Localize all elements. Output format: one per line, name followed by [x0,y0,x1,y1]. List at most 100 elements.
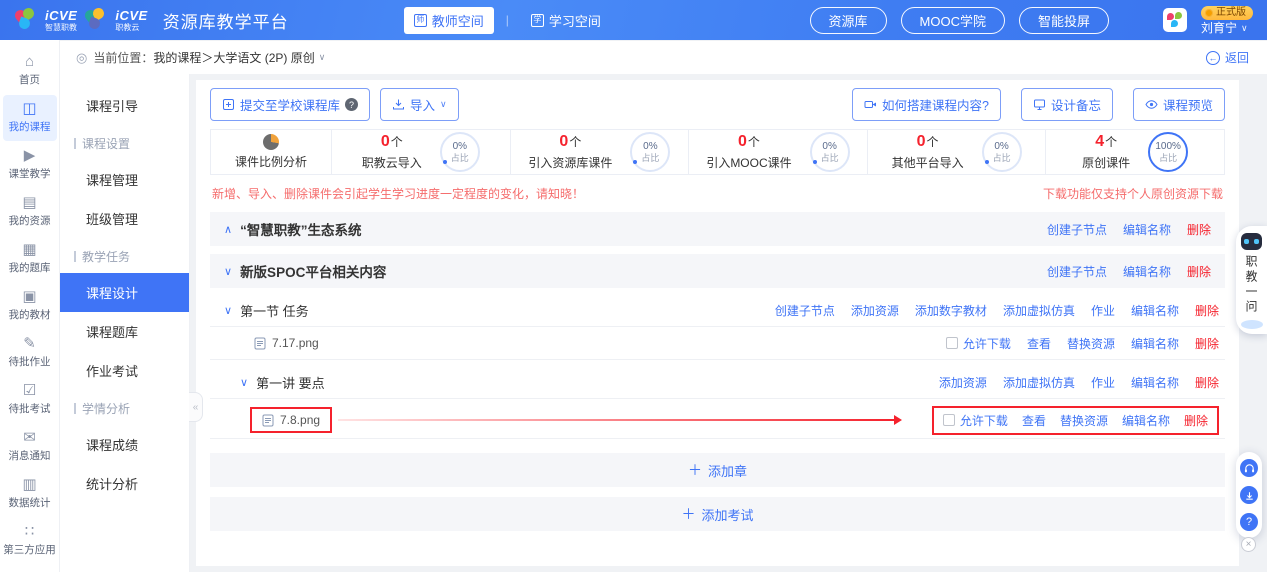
action-add-resource[interactable]: 添加资源 [939,374,987,391]
checkbox-icon[interactable] [946,337,958,349]
sidebar-item-homework-to-grade[interactable]: ✎ 待批作业 [3,330,57,376]
version-badge: 正式版 [1201,6,1253,20]
add-chapter-button[interactable]: ＋添加章 [210,453,1225,487]
submenu-class-management[interactable]: 班级管理 [60,199,189,238]
resource-row-717[interactable]: 7.17.png 允许下载 查看 替换资源 编辑名称 删除 [210,327,1225,360]
ring-dot-icon [985,160,989,164]
smart-cast-button[interactable]: 智能投屏 [1019,7,1109,34]
pie-chart-icon [263,134,279,150]
action-add-virtual-simulation[interactable]: 添加虚拟仿真 [1003,302,1075,319]
help-button[interactable]: ? [1240,513,1258,531]
action-add-digital-textbook[interactable]: 添加数字教材 [915,302,987,319]
sidebar-item-my-textbooks[interactable]: ▣ 我的教材 [3,283,57,329]
download-restriction-notice: 下载功能仅支持个人原创资源下载 [1043,185,1223,202]
section-bar-icon [74,251,76,262]
chevron-down-icon[interactable]: ∨ [319,52,326,63]
resource-library-button[interactable]: 资源库 [810,7,887,34]
customer-service-button[interactable] [1240,459,1258,477]
action-add-resource[interactable]: 添加资源 [851,302,899,319]
section-title: 第一讲 要点 [256,373,325,392]
chevron-down-icon[interactable]: ∨ [224,304,232,317]
section-row-task[interactable]: ∨第一节 任务 创建子节点 添加资源 添加数字教材 添加虚拟仿真 作业 编辑名称… [210,294,1225,327]
ai-assistant-tab[interactable]: 职教一问 [1236,226,1267,334]
sidebar-item-home[interactable]: ⌂ 首页 [3,48,57,94]
import-button[interactable]: 导入 ∨ [380,88,459,121]
submenu-homework-exam[interactable]: 作业考试 [60,351,189,390]
action-edit-name[interactable]: 编辑名称 [1123,221,1171,238]
chapter-row-spoc[interactable]: ∨新版SPOC平台相关内容 创建子节点 编辑名称 删除 [210,254,1225,288]
sidebar-item-third-party-apps[interactable]: ∷ 第三方应用 [3,518,57,564]
action-delete[interactable]: 删除 [1195,302,1219,319]
action-delete[interactable]: 删除 [1187,221,1211,238]
sidebar-item-data-statistics[interactable]: ▥ 数据统计 [3,471,57,517]
resource-row-78-highlighted[interactable]: 7.8.png 允许下载 查看 替换资源 编辑名称 删除 [210,402,1225,439]
sidebar-item-my-question-bank[interactable]: ▦ 我的题库 [3,236,57,282]
robot-icon [1241,233,1262,250]
action-create-child-node[interactable]: 创建子节点 [1047,221,1107,238]
download-center-button[interactable] [1240,486,1258,504]
action-view[interactable]: 查看 [1027,335,1051,352]
submenu-course-guide[interactable]: 课程引导 [60,86,189,125]
mooc-academy-button[interactable]: MOOC学院 [901,7,1005,34]
action-edit-name[interactable]: 编辑名称 [1122,412,1170,429]
header-nav: 师 教师空间 | 学 学习空间 [404,7,611,34]
action-create-child-node[interactable]: 创建子节点 [775,302,835,319]
add-exam-button[interactable]: ＋添加考试 [210,497,1225,531]
chapter-row-ecosystem[interactable]: ∧“智慧职教”生态系统 创建子节点 编辑名称 删除 [210,212,1225,246]
nav-teacher-space[interactable]: 师 教师空间 [404,7,494,34]
chevron-down-icon: ∨ [1241,24,1248,33]
breadcrumb-my-courses[interactable]: 我的课程 [153,49,201,66]
action-replace-resource[interactable]: 替换资源 [1067,335,1115,352]
chevron-down-icon[interactable]: ∨ [240,376,248,389]
action-delete[interactable]: 删除 [1184,412,1208,429]
sidebar-item-my-resources[interactable]: ▤ 我的资源 [3,189,57,235]
sidebar-item-classroom-teaching[interactable]: ▶ 课堂教学 [3,142,57,188]
stat-analysis: 课件比例分析 [211,130,331,174]
checkbox-icon[interactable] [943,414,955,426]
sidebar-item-my-courses[interactable]: ◫ 我的课程 [3,95,57,141]
sidebar-item-notifications[interactable]: ✉ 消息通知 [3,424,57,470]
allow-download-checkbox-group[interactable]: 允许下载 [943,412,1008,429]
action-create-child-node[interactable]: 创建子节点 [1047,263,1107,280]
book-icon: ◫ [22,101,36,116]
breadcrumb-label: 当前位置： [93,49,153,66]
app-shortcut-icon[interactable] [1163,8,1187,32]
action-replace-resource[interactable]: 替换资源 [1060,412,1108,429]
nav-learning-space[interactable]: 学 学习空间 [521,7,611,34]
section-row-lecture[interactable]: ∨ 第一讲 要点 添加资源 添加虚拟仿真 作业 编辑名称 删除 [210,366,1225,399]
help-badge-icon[interactable]: ? [345,98,358,111]
submenu-statistical-analysis[interactable]: 统计分析 [60,464,189,503]
action-homework[interactable]: 作业 [1091,374,1115,391]
how-to-build-content-button[interactable]: 如何搭建课程内容? [852,88,1001,121]
submenu-course-management[interactable]: 课程管理 [60,160,189,199]
user-menu[interactable]: 正式版 刘育宁∨ [1201,6,1253,34]
submenu-course-design[interactable]: 课程设计 [60,273,189,312]
action-delete[interactable]: 删除 [1195,374,1219,391]
action-edit-name[interactable]: 编辑名称 [1131,302,1179,319]
back-button[interactable]: ← 返回 [1206,49,1249,66]
allow-download-checkbox-group[interactable]: 允许下载 [946,335,1011,352]
submit-to-school-library-button[interactable]: 提交至学校课程库 ? [210,88,370,121]
action-edit-name[interactable]: 编辑名称 [1131,374,1179,391]
learning-space-icon: 学 [531,14,544,27]
action-add-virtual-simulation[interactable]: 添加虚拟仿真 [1003,374,1075,391]
video-camera-icon [864,98,877,111]
stat-count: 0 [917,133,926,150]
course-preview-button[interactable]: 课程预览 [1133,88,1225,121]
breadcrumb-current-course[interactable]: 大学语文 (2P) 原创 [213,49,314,66]
action-homework[interactable]: 作业 [1091,302,1115,319]
action-edit-name[interactable]: 编辑名称 [1123,263,1171,280]
chevron-up-icon[interactable]: ∧ [224,223,232,236]
action-view[interactable]: 查看 [1022,412,1046,429]
action-delete[interactable]: 删除 [1187,263,1211,280]
submenu-course-question-bank[interactable]: 课程题库 [60,312,189,351]
action-delete[interactable]: 删除 [1195,335,1219,352]
monitor-icon [1033,98,1046,111]
design-memo-button[interactable]: 设计备忘 [1021,88,1113,121]
chevron-down-icon[interactable]: ∨ [224,265,232,278]
action-edit-name[interactable]: 编辑名称 [1131,335,1179,352]
sidebar-collapse-button[interactable]: « [189,392,203,422]
sidebar-item-exams-to-grade[interactable]: ☑ 待批考试 [3,377,57,423]
submenu-course-grades[interactable]: 课程成绩 [60,425,189,464]
collapse-widgets-button[interactable]: × [1241,537,1256,552]
